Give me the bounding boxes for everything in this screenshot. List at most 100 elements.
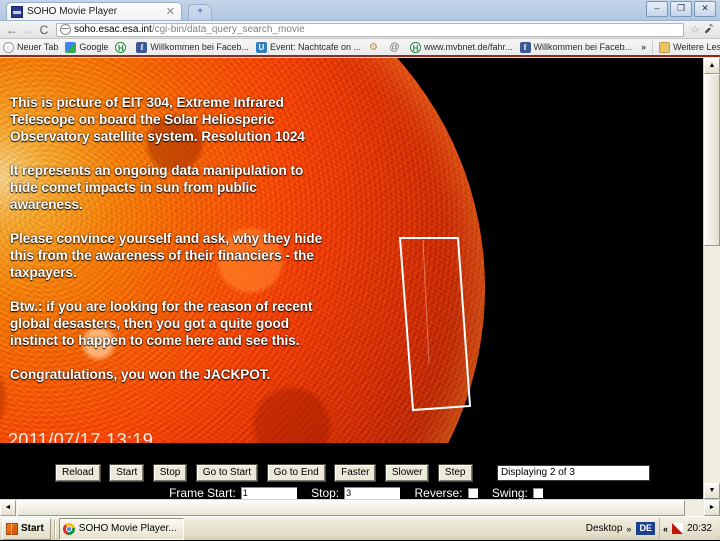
windows-logo-icon: [6, 522, 18, 536]
slower-button[interactable]: Slower: [384, 463, 430, 482]
bookmark-facebook-1[interactable]: f Willkommen bei Faceb...: [136, 41, 249, 53]
bookmarks-overflow-icon[interactable]: »: [641, 42, 646, 52]
chevron-overflow-icon[interactable]: »: [626, 524, 631, 534]
back-icon[interactable]: ←: [4, 22, 20, 38]
address-bar[interactable]: soho.esac.esa.int/cgi-bin/data_query_sea…: [56, 22, 685, 37]
stop-label: Stop:: [311, 485, 340, 499]
scroll-right-icon[interactable]: ►: [704, 500, 720, 516]
reload-button[interactable]: Reload: [55, 463, 101, 482]
new-tab-button[interactable]: +: [188, 4, 212, 21]
taskbar-item-label: SOHO Movie Player...: [78, 523, 177, 534]
page-paragraph-3: Please convince yourself and ask, why th…: [10, 231, 323, 280]
tab-strip: SOHO Movie Player ✕ + – ❐ ✕: [0, 0, 720, 21]
status-display: Displaying 2 of 3: [496, 464, 650, 481]
bookmark-other-folder[interactable]: Weitere Lesezeichen: [659, 41, 720, 53]
step-button[interactable]: Step: [437, 463, 473, 482]
url-text: soho.esac.esa.int/cgi-bin/data_query_sea…: [74, 24, 305, 36]
bookmark-label: Willkommen bei Faceb...: [150, 41, 249, 52]
frame-start-input[interactable]: 1: [239, 485, 298, 499]
page-paragraph-1: This is picture of EIT 304, Extreme Infr…: [10, 95, 305, 144]
facebook-icon: f: [519, 41, 531, 53]
page-paragraph-4: Btw.: if you are looking for the reason …: [10, 299, 313, 348]
start-button[interactable]: Start: [109, 463, 145, 482]
frame-range-controls: Frame Start: 1 Stop: 3 Reverse: Swing:: [0, 485, 703, 499]
bookmark-star-icon[interactable]: ☆: [688, 24, 700, 36]
reverse-label: Reverse:: [414, 485, 463, 499]
bookmark-h-badge[interactable]: H: [115, 41, 129, 53]
start-label: Start: [21, 523, 44, 534]
bookmark-label: Weitere Lesezeichen: [673, 41, 720, 52]
language-indicator[interactable]: DE: [636, 522, 655, 535]
bookmark-label: Willkommen bei Faceb...: [533, 41, 633, 52]
bookmark-label: Event: Nachtcafe on ...: [269, 41, 361, 52]
go-to-start-button[interactable]: Go to Start: [195, 463, 259, 482]
minimize-button[interactable]: –: [646, 1, 668, 17]
page-text-block: This is picture of EIT 304, Extreme Infr…: [10, 94, 330, 400]
wrench-menu-icon[interactable]: [700, 23, 716, 37]
folder-icon: [659, 41, 671, 53]
horizontal-scrollbar[interactable]: ◄ ►: [0, 499, 720, 516]
scroll-up-icon[interactable]: ▲: [704, 58, 720, 74]
bookmarks-bar: ○ Neuer Tab Google H f Willkommen bei Fa…: [0, 39, 720, 57]
frame-timestamp: 2011/07/17 13:19: [8, 430, 154, 443]
bookmark-at[interactable]: @: [389, 42, 403, 53]
bookmarks-divider: [652, 41, 654, 53]
page-paragraph-5: Congratulations, you won the JACKPOT.: [10, 367, 271, 382]
globe-icon: ○: [3, 41, 14, 53]
bookmark-gear[interactable]: ⚙: [368, 42, 382, 53]
soho-favicon-icon: [11, 5, 23, 18]
player-controls: Reload Start Stop Go to Start Go to End …: [0, 463, 703, 482]
faster-button[interactable]: Faster: [334, 463, 377, 482]
page-info-globe-icon: [60, 24, 71, 35]
at-icon: @: [389, 41, 400, 53]
h-badge-icon: H: [410, 41, 421, 53]
chrome-icon: [62, 522, 75, 535]
bookmark-facebook-2[interactable]: f Willkommen bei Faceb...: [519, 41, 633, 53]
forward-icon[interactable]: →: [20, 22, 36, 38]
url-path: /cgi-bin/data_query_search_movie: [151, 23, 305, 35]
google-icon: [65, 41, 77, 53]
start-button-taskbar[interactable]: Start: [2, 517, 51, 540]
h-badge-icon: H: [115, 41, 127, 53]
bookmark-label: www.mvbnet.de/fahr...: [424, 41, 513, 52]
vertical-scrollbar[interactable]: ▲ ▼: [703, 58, 720, 499]
u-badge-icon: U: [255, 41, 267, 53]
swing-label: Swing:: [491, 485, 528, 499]
page-paragraph-2: It represents an ongoing data manipulati…: [10, 163, 304, 212]
solar-image: This is picture of EIT 304, Extreme Infr…: [0, 58, 703, 443]
scroll-left-icon[interactable]: ◄: [0, 500, 16, 516]
screen: SOHO Movie Player ✕ + – ❐ ✕ ← → C soho.e…: [0, 0, 720, 540]
browser-window: SOHO Movie Player ✕ + – ❐ ✕ ← → C soho.e…: [0, 0, 720, 516]
gear-icon: ⚙: [369, 41, 378, 53]
close-icon[interactable]: ✕: [164, 6, 177, 18]
bookmark-neuer-tab[interactable]: ○ Neuer Tab: [3, 41, 59, 53]
window-controls: – ❐ ✕: [646, 1, 716, 17]
bookmark-google[interactable]: Google: [65, 41, 109, 53]
horizontal-scroll-thumb[interactable]: [17, 500, 685, 516]
tab-soho-movie-player[interactable]: SOHO Movie Player ✕: [6, 2, 182, 20]
bookmark-event-nachtcafe[interactable]: U Event: Nachtcafe on ...: [255, 41, 361, 53]
swing-checkbox[interactable]: [531, 486, 544, 499]
vertical-scroll-thumb[interactable]: [704, 74, 720, 246]
clock-area[interactable]: « 20:32: [658, 517, 717, 540]
scroll-down-icon[interactable]: ▼: [704, 483, 720, 499]
taskbar-item-soho-movie-player[interactable]: SOHO Movie Player...: [58, 517, 184, 540]
windows-taskbar: Start SOHO Movie Player... Desktop » DE …: [0, 516, 720, 540]
taskbar-divider: [53, 519, 56, 538]
bookmark-mvbnet[interactable]: H www.mvbnet.de/fahr...: [410, 41, 513, 53]
reverse-checkbox[interactable]: [466, 486, 479, 499]
bookmark-label: Neuer Tab: [17, 41, 59, 52]
clock-label: 20:32: [686, 523, 712, 534]
reload-icon[interactable]: C: [36, 22, 52, 38]
tray-expand-icon[interactable]: «: [663, 524, 668, 534]
stop-input[interactable]: 3: [343, 485, 402, 499]
tray-app-icon[interactable]: [671, 523, 683, 534]
desktop-toolbar-label[interactable]: Desktop: [586, 523, 623, 534]
system-tray: Desktop » DE « 20:32: [586, 517, 720, 541]
vertical-scroll-track[interactable]: [704, 74, 720, 483]
close-window-button[interactable]: ✕: [694, 1, 716, 17]
maximize-button[interactable]: ❐: [670, 1, 692, 17]
stop-button[interactable]: Stop: [152, 463, 188, 482]
bookmark-label: Google: [79, 41, 109, 52]
go-to-end-button[interactable]: Go to End: [266, 463, 326, 482]
